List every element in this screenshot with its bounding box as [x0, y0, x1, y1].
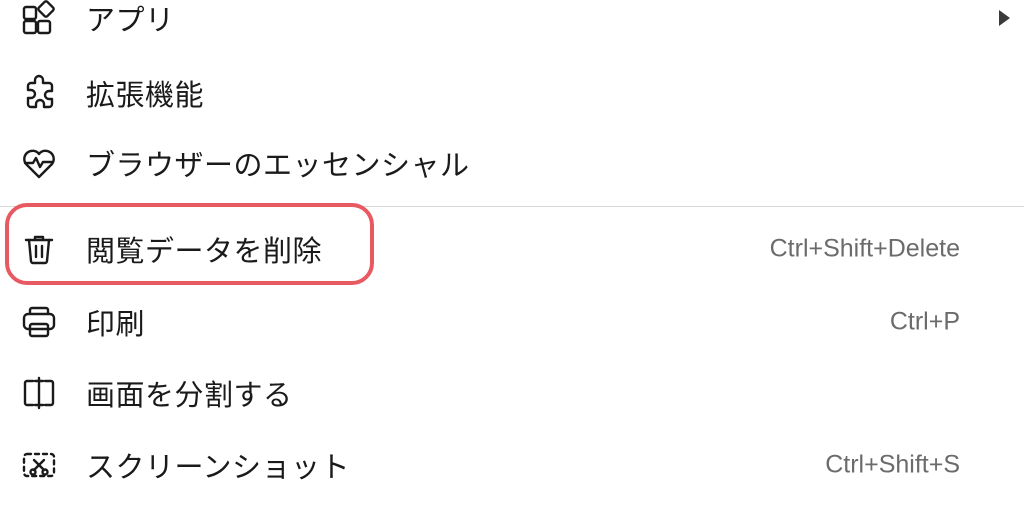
menu-divider — [0, 206, 1024, 207]
browser-settings-menu: アプリ 拡張機能 ブラウザーのエッセンシャル 閲覧データを削除 Ctrl+Shi… — [0, 0, 1024, 507]
apps-icon — [20, 0, 58, 37]
menu-item-browser-essentials[interactable]: ブラウザーのエッセンシャル — [0, 135, 1024, 191]
split-screen-icon — [20, 374, 58, 412]
menu-item-apps[interactable]: アプリ — [0, 0, 1024, 46]
menu-item-label: スクリーンショット — [86, 450, 351, 484]
puzzle-icon — [20, 74, 58, 112]
menu-item-label: アプリ — [86, 3, 175, 37]
shortcut-text: Ctrl+P — [889, 307, 960, 336]
menu-item-label: 画面を分割する — [86, 378, 293, 412]
menu-item-label: 拡張機能 — [86, 78, 205, 112]
shortcut-text: Ctrl+Shift+Delete — [769, 234, 960, 263]
menu-item-print[interactable]: 印刷 Ctrl+P — [0, 294, 1024, 350]
menu-item-extensions[interactable]: 拡張機能 — [0, 65, 1024, 121]
trash-icon — [20, 230, 58, 268]
menu-item-clear-browsing-data[interactable]: 閲覧データを削除 Ctrl+Shift+Delete — [0, 221, 1024, 277]
submenu-arrow-icon — [999, 10, 1010, 26]
menu-item-label: 印刷 — [86, 307, 146, 341]
heart-pulse-icon — [20, 144, 58, 182]
menu-item-screenshot[interactable]: スクリーンショット Ctrl+Shift+S — [0, 437, 1024, 493]
menu-item-split-screen[interactable]: 画面を分割する — [0, 365, 1024, 421]
screenshot-icon — [20, 446, 58, 484]
shortcut-text: Ctrl+Shift+S — [825, 450, 960, 479]
menu-item-label: ブラウザーのエッセンシャル — [86, 148, 470, 182]
menu-item-label: 閲覧データを削除 — [86, 234, 323, 268]
printer-icon — [20, 303, 58, 341]
